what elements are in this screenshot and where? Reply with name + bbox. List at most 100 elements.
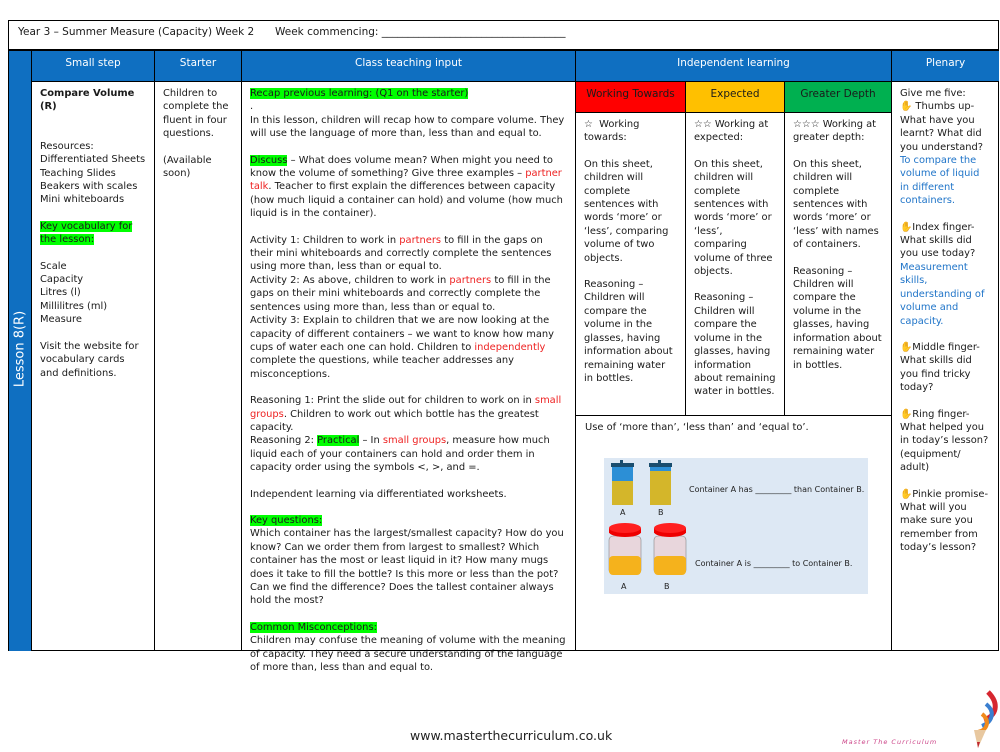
pinkie-question: Pinkie promise- What will you make sure … — [900, 488, 989, 554]
comparison-sentence-2: Container A is _________ to Container B. — [695, 559, 853, 568]
header-class-teaching: Class teaching input — [242, 51, 576, 82]
index-question: Index finger- What skills did you use to… — [900, 221, 976, 260]
activity-1-text: Activity 1: Children to work in — [250, 234, 400, 246]
small-step-title: Compare Volume (R) — [40, 88, 135, 113]
star-icon: ☆☆ — [694, 119, 712, 130]
activity-2: Activity 2: As above, children to work i… — [250, 274, 567, 314]
lesson-plan-title: Year 3 – Summer Measure (Capacity) Week … — [18, 26, 255, 38]
header-starter: Starter — [155, 51, 242, 82]
starter-column: Children to complete the fluent in four … — [155, 82, 242, 651]
bottle-b-label: B — [658, 508, 664, 517]
vocab-item: Measure — [40, 314, 82, 326]
bottle-a-label: A — [620, 508, 626, 517]
discuss-text: – What does volume mean? When might you … — [250, 154, 553, 180]
bottle-b-icon — [649, 460, 672, 505]
activity-1: Activity 1: Children to work in partners… — [250, 234, 567, 274]
resource-item: Mini whiteboards — [40, 194, 125, 206]
recap-label: Recap previous learning: (Q1 on the star… — [250, 88, 469, 99]
level-working-towards: ☆ Working towards: On this sheet, childr… — [576, 113, 686, 416]
level-description: On this sheet, children will complete se… — [793, 158, 879, 251]
hand-icon: ✋ — [900, 488, 913, 500]
reasoning-2-emphasis: small groups — [382, 435, 447, 447]
level-header-working-towards: Working Towards — [576, 82, 686, 113]
star-icon: ☆ — [584, 119, 593, 130]
vocab-label: Key vocabulary for the lesson: — [40, 220, 133, 246]
level-description: On this sheet, children will complete se… — [584, 158, 669, 264]
jar-a-label: A — [621, 582, 627, 591]
resource-item: Beakers with scales — [40, 181, 138, 193]
week-commencing-field: Week commencing: _______________________… — [275, 26, 566, 38]
activity-2-text: Activity 2: As above, children to work i… — [250, 274, 450, 286]
header-small-step: Small step — [32, 51, 155, 82]
star-icon: ☆☆☆ — [793, 119, 820, 130]
hand-icon: ✋ — [900, 408, 913, 420]
practical-label: Practical — [317, 435, 360, 447]
comparison-sentence-1: Container A has _________ than Container… — [689, 485, 865, 494]
discuss-label: Discuss — [250, 154, 288, 166]
hand-icon: ✋ — [900, 221, 913, 233]
website-link[interactable]: www.masterthecurriculum.co.uk — [410, 728, 612, 743]
hand-icon: ✋ — [900, 101, 913, 113]
lesson-plan-table: Year 3 – Summer Measure (Capacity) Week … — [8, 20, 999, 673]
misconceptions-text: Children may confuse the meaning of volu… — [250, 635, 566, 674]
activity-2-emphasis: partners — [449, 274, 492, 286]
ring-question: Ring finger- What helped you in today’s … — [900, 408, 989, 474]
jar-a-icon — [608, 523, 642, 575]
thumb-question: Thumbs up- What have you learnt? What di… — [900, 101, 984, 153]
header-independent-learning: Independent learning — [576, 51, 892, 82]
reasoning-2: Reasoning 2: Practical – In small groups… — [250, 434, 567, 474]
lesson-intro: In this lesson, children will recap how … — [250, 114, 565, 140]
level-expected: ☆☆ Working at expected: On this sheet, c… — [686, 113, 785, 416]
reasoning-1: Reasoning 1: Print the slide out for chi… — [250, 394, 567, 434]
containers-illustration — [608, 460, 687, 575]
bottle-a-icon — [611, 460, 634, 505]
reasoning-1-text-end: . Children to work out which bottle has … — [250, 408, 539, 433]
level-reasoning: Reasoning – Children will compare the vo… — [793, 265, 882, 371]
website-note: Visit the website for vocabulary cards a… — [40, 340, 139, 379]
activity-3-emphasis: independently — [474, 341, 546, 353]
discuss-paragraph: Discuss – What does volume mean? When mi… — [250, 154, 567, 221]
jar-b-label: B — [664, 582, 670, 591]
resource-item: Differentiated Sheets — [40, 154, 146, 166]
starter-text: Children to complete the fluent in four … — [163, 88, 229, 140]
level-header-greater-depth: Greater Depth — [785, 82, 892, 113]
title-row: Year 3 – Summer Measure (Capacity) Week … — [9, 21, 998, 51]
level-heading: Working towards: — [584, 119, 640, 144]
reasoning-2-text: Reasoning 2: — [250, 435, 318, 447]
middle-question: Middle finger- What skills did you find … — [900, 341, 980, 394]
index-answer: Measurement skills, understanding of vol… — [900, 261, 985, 327]
plenary-column: Give me five: ✋ Thumbs up- What have you… — [892, 82, 999, 651]
language-usage-section: Use of ‘more than’, ‘less than’ and ‘equ… — [576, 416, 892, 651]
discuss-text-end: . Teacher to first explain the differenc… — [250, 181, 563, 220]
usage-text: Use of ‘more than’, ‘less than’ and ‘equ… — [585, 422, 809, 433]
misconceptions-label: Common Misconceptions: — [250, 621, 377, 633]
jar-b-icon — [653, 523, 687, 575]
logo-text: Master The Curriculum — [842, 738, 938, 746]
recap-dot: . — [250, 101, 254, 113]
level-header-expected: Expected — [686, 82, 785, 113]
vocab-item: Millilitres (ml) — [40, 300, 108, 312]
activity-1-emphasis: partners — [399, 234, 442, 246]
level-greater-depth: ☆☆☆ Working at greater depth: On this sh… — [785, 113, 892, 416]
resource-item: Teaching Slides — [40, 167, 116, 179]
resources-label: Resources: — [40, 140, 94, 152]
containers-example-image: A B A B Container A has _________ than C… — [604, 458, 868, 594]
reasoning-1-text: Reasoning 1: Print the slide out for chi… — [250, 395, 535, 407]
class-teaching-column: Recap previous learning: (Q1 on the star… — [242, 82, 576, 673]
reasoning-2-dash: – In — [359, 435, 383, 447]
activity-3-text-end: complete the questions, while teacher ad… — [250, 355, 515, 380]
vocab-item: Scale — [40, 260, 67, 272]
vocab-item: Litres (l) — [40, 287, 81, 299]
plenary-intro: Give me five: — [900, 88, 966, 99]
vocab-item: Capacity — [40, 274, 84, 286]
lesson-side-banner: Lesson 8(R) — [9, 51, 32, 651]
header-plenary: Plenary — [892, 51, 999, 82]
level-reasoning: Reasoning – Children will compare the vo… — [694, 292, 776, 398]
small-step-column: Compare Volume (R) Resources: Differenti… — [32, 82, 155, 651]
master-the-curriculum-logo-icon — [960, 690, 1000, 752]
thumb-answer: To compare the volume of liquid in diffe… — [900, 155, 980, 207]
key-questions-label: Key questions: — [250, 514, 323, 526]
hand-icon: ✋ — [900, 341, 913, 353]
level-reasoning: Reasoning – Children will compare the vo… — [584, 279, 673, 384]
activity-3: Activity 3: Explain to children that we … — [250, 314, 567, 381]
